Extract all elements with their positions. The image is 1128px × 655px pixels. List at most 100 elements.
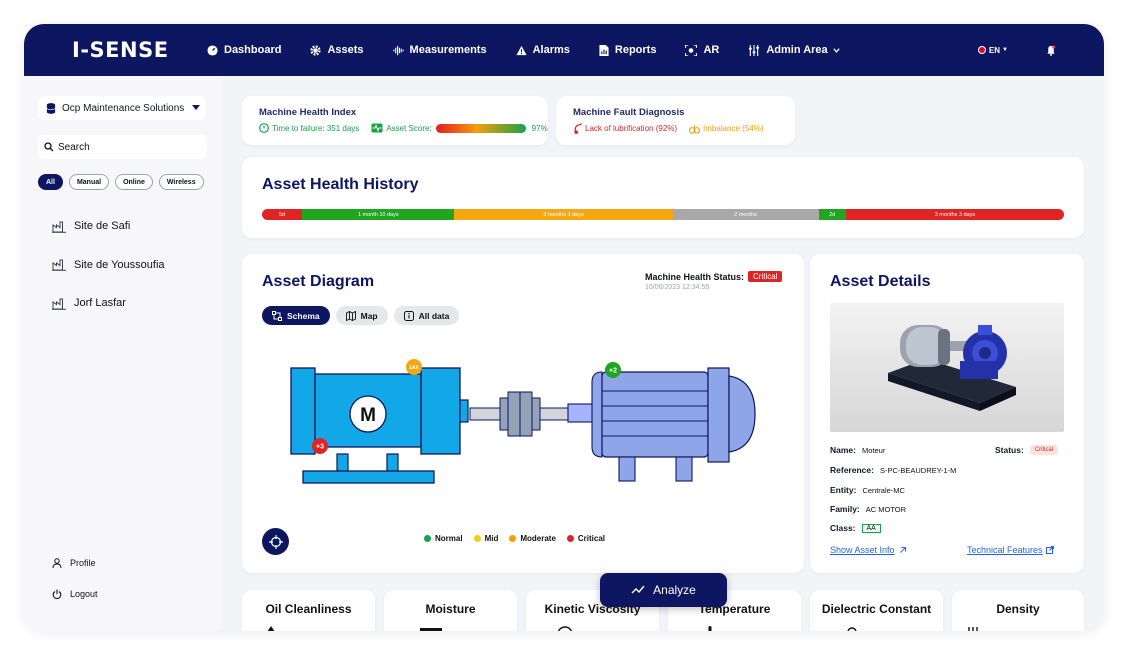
metric-card-dielectric-constant[interactable]: Dielectric Constant [810, 590, 943, 631]
history-segment[interactable]: 2 months [672, 209, 819, 220]
pump-top-badge-label: +2 [609, 368, 617, 375]
search-input[interactable]: Search [38, 135, 207, 159]
trend-icon [631, 585, 645, 594]
filter-online[interactable]: Online [115, 174, 153, 190]
detail-entity-label: Entity: [830, 485, 857, 495]
nav-admin-area[interactable]: Admin Area [748, 44, 840, 56]
tab-all-data-label: All data [418, 310, 450, 321]
motor-letter: M [360, 405, 376, 426]
nav-reports[interactable]: Reports [599, 44, 657, 56]
health-history-timeline: 5d 1 month 10 days 3 months 3 days 2 months… [262, 209, 1064, 220]
nav-assets-label: Assets [327, 44, 364, 56]
nav-alarms-label: Alarms [532, 44, 570, 56]
tab-schema-label: Schema [287, 310, 320, 321]
detail-reference: Reference: S-PC-BEAUDREY-1-M [830, 465, 956, 475]
logout-link[interactable]: Logout [52, 587, 98, 601]
legend-dot [473, 535, 481, 542]
gauge-icon [207, 44, 218, 56]
nav-reports-label: Reports [614, 44, 657, 56]
tab-map-label: Map [360, 310, 378, 321]
health-index-title: Machine Health Index [259, 107, 357, 118]
motor-graphic[interactable]: M [290, 367, 469, 484]
legend-label: Mid [484, 534, 499, 543]
factory-icon [52, 298, 66, 310]
technical-features-label: Technical Features [967, 545, 1043, 555]
metric-card-density[interactable]: Density [952, 590, 1084, 631]
organization-select[interactable]: Ocp Maintenance Solutions [38, 96, 206, 120]
filter-wireless[interactable]: Wireless [158, 174, 204, 190]
detail-reference-label: Reference: [830, 465, 874, 475]
pump-graphic[interactable] [567, 367, 756, 482]
crosshair-icon [268, 534, 283, 549]
fault-lubrification: Lack of lubrification (92%) [585, 124, 678, 133]
factory-icon [52, 259, 66, 271]
sidebar-item-site[interactable]: Site de Youssoufia [52, 255, 165, 275]
caret-down-icon [192, 105, 200, 110]
analyze-button[interactable]: Analyze [600, 573, 727, 607]
sidebar-item-site[interactable]: Jorf Lasfar [52, 293, 165, 313]
asset-photo[interactable] [830, 303, 1064, 432]
gear-icon [310, 44, 322, 56]
detail-family: Family: AC MOTOR [830, 504, 906, 514]
recenter-button[interactable] [262, 528, 289, 555]
info-icon [403, 310, 414, 321]
app-logo[interactable]: I-SENSE [72, 38, 169, 62]
moisture-icon [420, 628, 442, 631]
detail-status-badge: Critical [1029, 445, 1059, 455]
nav-assets[interactable]: Assets [310, 44, 364, 56]
site-label: Site de Youssoufia [74, 258, 165, 271]
motor-top-badge-label: 1AX [409, 365, 419, 371]
fault-diagnosis-title: Machine Fault Diagnosis [573, 107, 685, 118]
nav-dashboard[interactable]: Dashboard [207, 44, 281, 56]
sidebar-item-site[interactable]: Site de Safi [52, 216, 165, 236]
status-legend: Normal Mid Moderate Critical [424, 534, 616, 543]
caret-down-icon: ▼ [1002, 47, 1008, 53]
metric-card-moisture[interactable]: Moisture [384, 590, 517, 631]
ar-icon [685, 44, 698, 56]
metric-title: Dielectric Constant [821, 602, 932, 616]
legend-item-moderate: Moderate [509, 534, 556, 543]
tab-all-data[interactable]: All data [393, 306, 460, 325]
language-selector[interactable]: EN ▼ [977, 46, 1008, 55]
motor-top-badge[interactable]: 1AX [406, 359, 422, 375]
detail-family-label: Family: [830, 504, 860, 514]
history-segment[interactable]: 1 month 10 days [302, 209, 455, 220]
legend-label: Moderate [520, 534, 556, 543]
oil-drop-icon [574, 123, 582, 134]
top-navbar: I-SENSE Dashboard Assets Measurements Al… [24, 24, 1104, 76]
density-icon [968, 627, 978, 631]
detail-name-label: Name: [830, 445, 856, 455]
factory-icon [52, 221, 66, 233]
filter-all[interactable]: All [38, 174, 63, 190]
nav-right-tools: EN ▼ [977, 24, 1056, 76]
history-segment[interactable]: 3 months 3 days [845, 209, 1064, 220]
health-status-timestamp: 10/06/2023 12:34:55 [645, 284, 710, 291]
history-segment[interactable]: 2d [818, 209, 846, 220]
time-to-failure: Time to failure: 351 days [272, 123, 360, 133]
history-segment[interactable]: 3 months 3 days [454, 209, 673, 220]
pump-top-badge[interactable]: +2 [605, 362, 621, 378]
show-asset-info-link[interactable]: Show Asset Info [830, 545, 907, 555]
viscosity-icon [557, 626, 573, 631]
report-icon [599, 44, 609, 56]
nav-alarms[interactable]: Alarms [516, 44, 570, 56]
search-icon [44, 142, 54, 152]
motor-bottom-badge[interactable]: +3 [312, 438, 328, 454]
legend-item-mid: Mid [473, 534, 499, 543]
nav-measurements[interactable]: Measurements [392, 44, 487, 56]
metric-card-oil-cleanliness[interactable]: Oil Cleanliness [242, 590, 375, 631]
tab-schema[interactable]: Schema [262, 306, 330, 325]
health-status-label: Machine Health Status: [645, 272, 745, 282]
nav-ar[interactable]: AR [685, 44, 719, 56]
coupling-graphic[interactable] [469, 391, 569, 437]
profile-link[interactable]: Profile [52, 556, 98, 570]
technical-features-link[interactable]: Technical Features [967, 545, 1054, 555]
filter-manual[interactable]: Manual [68, 174, 110, 190]
nav-ar-label: AR [703, 44, 720, 56]
bell-icon[interactable] [1046, 45, 1056, 56]
detail-entity-value: Centrale-MC [862, 485, 905, 495]
tab-map[interactable]: Map [335, 306, 388, 325]
thermometer-icon [708, 626, 712, 631]
history-segment[interactable]: 5d [262, 209, 303, 220]
user-icon [52, 558, 62, 568]
